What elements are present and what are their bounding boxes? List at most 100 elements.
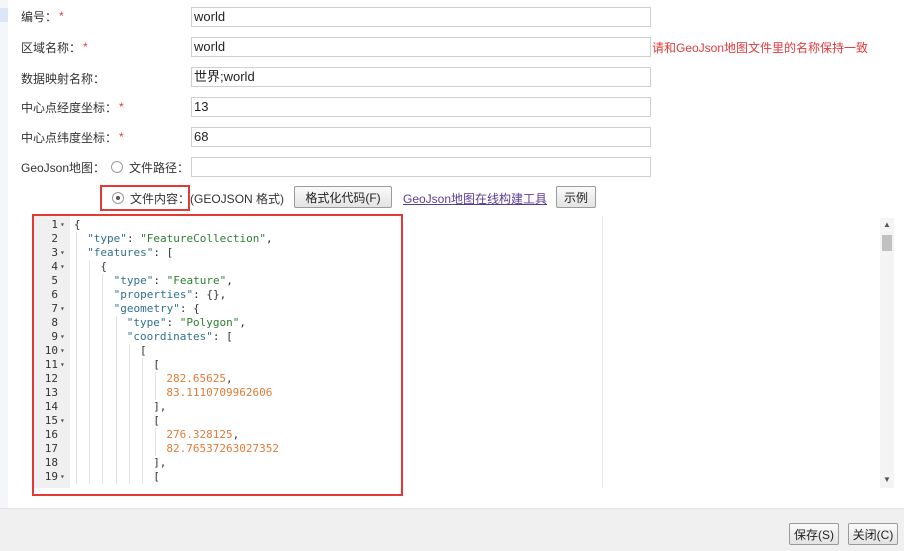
indent-guide [142,470,143,484]
mapping-input[interactable]: 世界;world [191,67,651,87]
code-text: 282.65625, [166,372,232,386]
indent-guide [102,386,104,400]
fold-toggle-icon[interactable]: ▾ [60,414,65,428]
fold-toggle-icon[interactable]: ▾ [60,246,65,260]
line-number: 19 [44,470,58,483]
code-token: "type" [126,316,167,329]
indent-guide [102,302,104,316]
fold-toggle-icon[interactable]: ▾ [60,302,65,316]
mapping-label: 数据映射名称： [21,71,106,86]
code-token: [ [153,414,160,427]
fold-toggle-icon[interactable]: ▾ [60,260,65,274]
indent-guide [142,456,143,470]
code-line: 11 ▾ [ [34,358,880,372]
code-line: 10 ▾ [ [34,344,880,358]
indent-guide [89,260,91,274]
fold-toggle-icon[interactable]: ▾ [60,330,65,344]
lat-input[interactable]: 68 [191,127,651,147]
line-number: 3 [51,246,58,259]
indent-guide [76,288,77,302]
format-code-button[interactable]: 格式化代码(F) [294,186,392,208]
code-line: 16 276.328125, [34,428,880,442]
code-token: : [ [212,330,233,343]
indent-guide [115,330,117,344]
geojson-editor[interactable]: 1 ▾{2 "type": "FeatureCollection", 3 ▾ "featu… [34,216,894,488]
code-line: 12 282.65625, [34,372,880,386]
code-token: "Polygon" [179,316,240,329]
code-token: [ [153,470,160,483]
code-text: 83.1110709962606 [166,386,272,400]
fold-toggle-icon[interactable]: ▾ [60,470,65,484]
code-text: "geometry": { [114,302,200,316]
line-number: 10 [44,344,58,357]
indent-guide [155,442,157,456]
code-token: "type" [113,274,154,287]
indent-guide [128,442,130,456]
indent-guide [128,372,130,386]
required-mark: * [119,100,124,114]
indent-guide [89,442,91,456]
scrollbar-thumb[interactable] [882,235,892,251]
code-line: 9 ▾ "coordinates": [ [34,330,880,344]
code-row: 编号： * [21,6,64,26]
region-label: 区域名称： [21,40,82,55]
indent-guide [76,260,77,274]
left-strip-marker [0,8,8,22]
indent-guide [76,274,77,288]
indent-guide [128,386,130,400]
file-path-input[interactable] [191,157,651,177]
indent-guide [76,232,77,246]
code-line: 1 ▾ { [34,218,880,232]
lng-input[interactable]: 13 [191,97,651,117]
code-line: 19 ▾ [ [34,470,880,484]
fold-toggle-icon[interactable]: ▾ [60,344,65,358]
code-token: , [266,232,273,245]
lat-row: 中心点纬度坐标： * [21,127,124,147]
code-token: "type" [87,232,127,245]
indent-guide [115,456,117,470]
fold-toggle-icon[interactable]: ▾ [60,358,65,372]
save-button[interactable]: 保存(S) [789,523,839,545]
code-token: [ [140,344,147,357]
indent-guide [142,358,143,372]
indent-guide [102,442,104,456]
scroll-down-icon[interactable]: ▼ [883,475,891,484]
line-number: 15 [44,414,58,427]
file-path-radio[interactable] [111,161,124,173]
indent-guide [102,316,104,330]
indent-guide [102,470,104,484]
code-text: "type": "Feature", [114,274,233,288]
indent-guide [142,414,143,428]
line-number: 18 [44,456,58,469]
code-input[interactable]: world [191,7,651,27]
geojson-label: GeoJson地图： [21,160,106,175]
indent-guide [76,302,77,316]
indent-guide [76,344,77,358]
indent-guide [102,414,104,428]
fold-toggle-icon[interactable]: ▾ [60,218,65,232]
lng-row: 中心点经度坐标： * [21,97,124,117]
code-token: : [166,316,180,329]
online-tool-link[interactable]: GeoJson地图在线构建工具 [403,190,547,207]
code-text: "coordinates": [ [127,330,233,344]
line-number: 11 [44,358,58,371]
close-button[interactable]: 关闭(C) [848,523,898,545]
indent-guide [89,274,91,288]
indent-guide [115,386,117,400]
line-number: 12 [44,372,58,385]
scroll-up-icon[interactable]: ▲ [883,220,891,229]
indent-guide [102,344,104,358]
code-label: 编号： [21,9,58,24]
example-button[interactable]: 示例 [556,186,596,208]
indent-guide [155,386,157,400]
code-token: "properties" [113,288,194,301]
line-number: 4 [51,260,58,273]
indent-guide [128,470,130,484]
indent-guide [102,274,104,288]
code-line: 14], [34,400,880,414]
code-text: 82.76537263027352 [166,442,279,456]
code-token: "Feature" [166,274,227,287]
code-token: { [100,260,108,273]
region-input[interactable]: world [191,37,651,57]
editor-scrollbar[interactable]: ▲ ▼ [880,218,894,488]
